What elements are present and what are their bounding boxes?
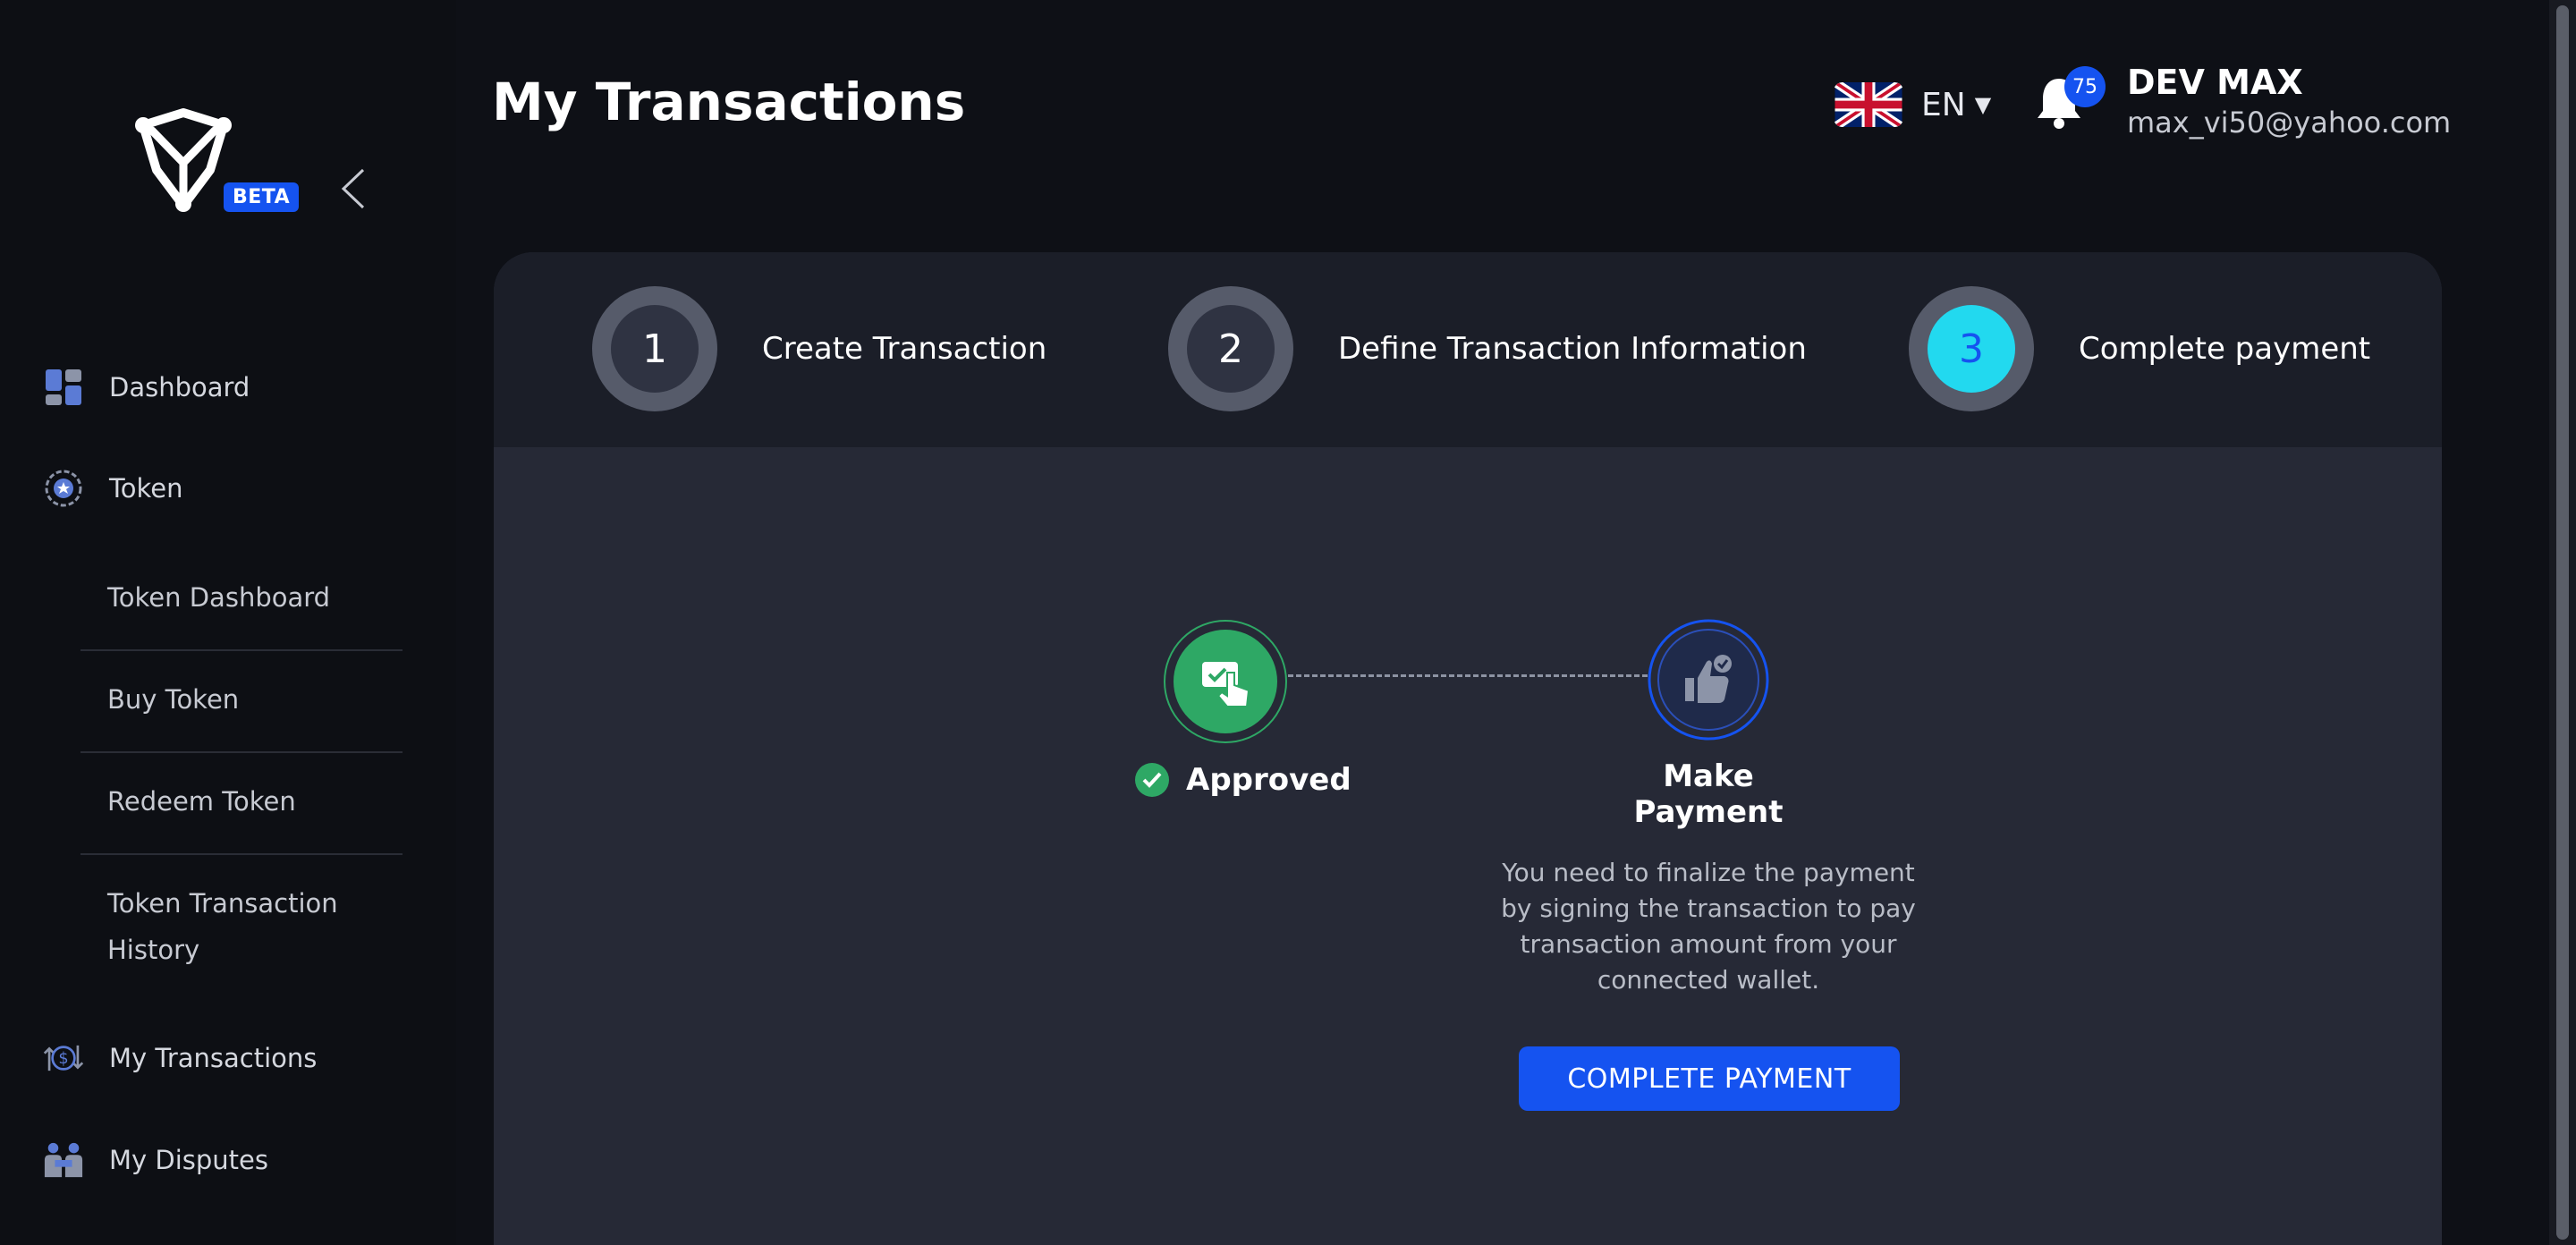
language-code: EN: [1921, 86, 1966, 123]
step-3-number: 3: [1928, 305, 2015, 393]
sidebar-item-dashboard[interactable]: Dashboard: [43, 367, 250, 408]
transaction-card: 1 Create Transaction 2 Define Transactio…: [494, 252, 2442, 1245]
step-2: 2 Define Transaction Information: [1168, 286, 1807, 411]
step-1: 1 Create Transaction: [592, 286, 1046, 411]
submenu-token-transaction-history[interactable]: History: [107, 927, 199, 973]
submenu-token-transaction[interactable]: Token Transaction: [107, 880, 338, 927]
submenu-buy-token[interactable]: Buy Token: [107, 676, 239, 723]
scrollbar-thumb[interactable]: [2556, 5, 2569, 1240]
approved-card-tap-icon: [1164, 620, 1287, 743]
beta-badge: BETA: [224, 182, 300, 212]
token-icon: [43, 468, 84, 509]
make-payment-label: Make Payment: [1633, 758, 1784, 830]
make-payment-thumb-icon: [1648, 619, 1769, 741]
step-3-circle: 3: [1909, 286, 2034, 411]
step-3-label: Complete payment: [2079, 331, 2371, 367]
complete-payment-button[interactable]: COMPLETE PAYMENT: [1519, 1046, 1900, 1111]
sidebar-item-label: My Transactions: [109, 1043, 318, 1073]
sidebar-item-label: Dashboard: [109, 372, 250, 402]
check-circle-icon: [1135, 763, 1169, 797]
approved-status: Approved: [1134, 762, 1352, 798]
page-title: My Transactions: [492, 72, 966, 132]
step-2-number: 2: [1187, 305, 1275, 393]
user-email: max_vi50@yahoo.com: [2127, 106, 2452, 140]
collapse-sidebar-icon[interactable]: [340, 166, 367, 211]
dashboard-icon: [43, 367, 84, 408]
stepper: 1 Create Transaction 2 Define Transactio…: [494, 252, 2442, 447]
divider: [80, 751, 402, 753]
submenu-token-dashboard[interactable]: Token Dashboard: [107, 574, 330, 621]
uk-flag-icon: [1834, 82, 1903, 127]
divider: [80, 649, 402, 651]
divider: [80, 853, 402, 855]
svg-text:$: $: [58, 1050, 68, 1068]
connector-line: [1288, 674, 1648, 677]
language-selector[interactable]: EN ▼: [1834, 82, 1991, 127]
chevron-down-icon: ▼: [1974, 92, 1992, 117]
step-2-circle: 2: [1168, 286, 1293, 411]
step-1-number: 1: [611, 305, 699, 393]
user-name[interactable]: DEV MAX: [2127, 63, 2303, 102]
sidebar: BETA Dashboard Token Token Dashboard Buy…: [0, 0, 456, 1245]
sidebar-item-my-transactions[interactable]: $ My Transactions: [43, 1038, 317, 1079]
approved-label: Approved: [1186, 762, 1352, 798]
step-3: 3 Complete payment: [1909, 286, 2370, 411]
notification-count-badge: 75: [2064, 66, 2106, 107]
payment-description: You need to finalize the payment by sign…: [1501, 858, 1916, 995]
transactions-icon: $: [43, 1038, 84, 1079]
sidebar-item-token[interactable]: Token: [43, 468, 183, 509]
sidebar-item-label: My Disputes: [109, 1145, 269, 1175]
sidebar-item-my-disputes[interactable]: My Disputes: [43, 1139, 268, 1181]
sidebar-item-label: Token: [109, 473, 183, 504]
step-1-circle: 1: [592, 286, 717, 411]
step-1-label: Create Transaction: [762, 331, 1047, 367]
step-2-label: Define Transaction Information: [1338, 331, 1807, 367]
submenu-redeem-token[interactable]: Redeem Token: [107, 778, 296, 825]
disputes-icon: [43, 1139, 84, 1181]
